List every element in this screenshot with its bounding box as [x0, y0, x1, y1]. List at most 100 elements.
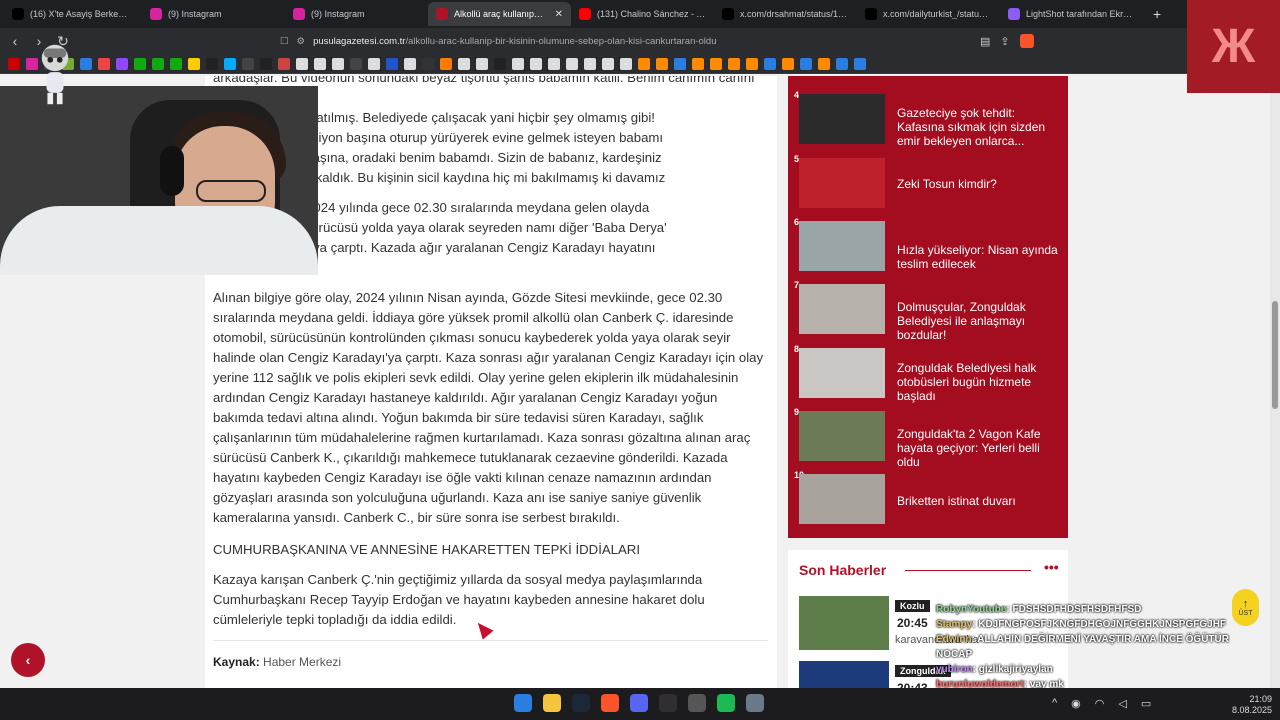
news-title[interactable]: Zeki Tosun kimdir? [897, 177, 1062, 191]
bookmark-favicon-icon[interactable] [512, 57, 524, 70]
back-button[interactable]: ‹ [11, 643, 45, 677]
bookmark-favicon-icon[interactable] [80, 57, 92, 70]
bookmark-favicon-icon[interactable] [530, 57, 542, 70]
news-title[interactable]: Zonguldak'ta 2 Vagon Kafe hayata geçiyor… [897, 427, 1062, 469]
bookmark-favicon-icon[interactable] [710, 57, 722, 70]
bookmark-favicon-icon[interactable] [422, 57, 434, 70]
bookmark-favicon-icon[interactable] [188, 57, 200, 70]
bookmark-favicon-icon[interactable] [818, 57, 830, 70]
obs-icon[interactable] [659, 694, 677, 712]
bookmark-favicon-icon[interactable] [620, 57, 632, 70]
bookmark-favicon-icon[interactable] [386, 57, 398, 70]
bookmark-favicon-icon[interactable] [350, 57, 362, 70]
new-tab-icon[interactable]: + [1143, 6, 1171, 22]
popular-news-item[interactable]: 8 Zonguldak Belediyesi halk otobüsleri bu… [788, 342, 1068, 403]
bookmark-favicon-icon[interactable] [152, 57, 164, 70]
site-info-icon[interactable]: ⚙ [297, 36, 306, 47]
popular-news-item[interactable]: 9 Zonguldak'ta 2 Vagon Kafe hayata geçiyo… [788, 405, 1068, 469]
discord-icon[interactable] [630, 694, 648, 712]
bookmark-favicon-icon[interactable] [800, 57, 812, 70]
bookmark-favicon-icon[interactable] [296, 57, 308, 70]
popular-news-item[interactable]: 7 Dolmuşçular, Zonguldak Belediyesi ile a… [788, 278, 1068, 342]
bookmark-favicon-icon[interactable] [170, 57, 182, 70]
bookmark-favicon-icon[interactable] [728, 57, 740, 70]
settings-icon[interactable] [746, 694, 764, 712]
bookmark-favicon-icon[interactable] [656, 57, 668, 70]
brave-icon[interactable] [601, 694, 619, 712]
news-thumbnail[interactable] [799, 411, 885, 461]
spotify-icon[interactable] [717, 694, 735, 712]
bookmark-favicon-icon[interactable] [116, 57, 128, 70]
browser-tab[interactable]: LightShot tarafından Ekran Gö [1000, 2, 1143, 26]
bookmark-favicon-icon[interactable] [224, 57, 236, 70]
news-title[interactable]: Zonguldak Belediyesi halk otobüsleri bug… [897, 361, 1062, 403]
page-scrollbar[interactable] [1270, 76, 1280, 688]
more-options-icon[interactable]: ••• [1044, 559, 1059, 575]
news-thumbnail[interactable] [799, 474, 885, 524]
browser-tab[interactable]: x.com/dailyturkist_/status/195 [857, 2, 1000, 26]
news-thumbnail[interactable] [799, 94, 885, 144]
bookmark-favicon-icon[interactable] [638, 57, 650, 70]
bookmark-favicon-icon[interactable] [368, 57, 380, 70]
bookmark-favicon-icon[interactable] [242, 57, 254, 70]
shield-icon[interactable]: ◉ [1071, 697, 1081, 710]
popular-news-item[interactable]: 10Briketten istinat duvarı [788, 468, 1068, 524]
back-arrow-icon[interactable]: ‹ [8, 33, 22, 49]
bookmark-favicon-icon[interactable] [98, 57, 110, 70]
bookmark-favicon-icon[interactable] [332, 57, 344, 70]
browser-tab[interactable]: (16) X'te Asayiş Berkemal: "İsta [4, 2, 142, 26]
bookmark-favicon-icon[interactable] [458, 57, 470, 70]
bookmark-favicon-icon[interactable] [278, 57, 290, 70]
news-title[interactable]: Briketten istinat duvarı [897, 494, 1062, 508]
bookmark-favicon-icon[interactable] [404, 57, 416, 70]
news-thumbnail[interactable] [799, 221, 885, 271]
bookmark-favicon-icon[interactable] [836, 57, 848, 70]
windows-start-icon[interactable] [514, 694, 532, 712]
news-thumbnail[interactable] [799, 284, 885, 334]
browser-tab[interactable]: (131) Chalino Sánchez - Alma [571, 2, 714, 26]
news-title[interactable]: Gazeteciye şok tehdit: Kafasına sıkmak i… [897, 106, 1062, 148]
bookmark-favicon-icon[interactable] [746, 57, 758, 70]
category-badge[interactable]: Kozlu [895, 600, 930, 612]
clock[interactable]: 21:09 8.08.2025 [1222, 694, 1272, 716]
bookmark-favicon-icon[interactable] [602, 57, 614, 70]
close-icon[interactable]: ✕ [555, 9, 563, 20]
share-icon[interactable]: ⇪ [1000, 35, 1009, 48]
bookmark-favicon-icon[interactable] [206, 57, 218, 70]
brave-shields-icon[interactable] [1019, 34, 1034, 48]
news-title[interactable]: Hızla yükseliyor: Nisan ayında teslim ed… [897, 243, 1062, 271]
bookmark-favicon-icon[interactable] [260, 57, 272, 70]
reader-mode-icon[interactable]: ▤ [980, 35, 990, 48]
news-title[interactable]: Dolmuşçular, Zonguldak Belediyesi ile an… [897, 300, 1062, 342]
news-thumbnail[interactable] [799, 661, 889, 688]
browser-tab[interactable]: (9) Instagram [142, 2, 285, 26]
bookmark-favicon-icon[interactable] [134, 57, 146, 70]
file-explorer-icon[interactable] [543, 694, 561, 712]
bookmark-favicon-icon[interactable] [494, 57, 506, 70]
scrollbar-thumb[interactable] [1272, 301, 1278, 409]
steam-icon[interactable] [572, 694, 590, 712]
bookmark-favicon-icon[interactable] [8, 57, 20, 70]
news-thumbnail[interactable] [799, 348, 885, 398]
bookmark-favicon-icon[interactable] [476, 57, 488, 70]
chevron-up-icon[interactable]: ^ [1052, 697, 1057, 710]
bookmark-favicon-icon[interactable] [26, 57, 38, 70]
browser-tab[interactable]: x.com/drsahmat/status/19538 [714, 2, 857, 26]
bookmark-favicon-icon[interactable] [440, 57, 452, 70]
bookmark-favicon-icon[interactable] [314, 57, 326, 70]
bookmark-favicon-icon[interactable] [566, 57, 578, 70]
popular-news-item[interactable]: 5 Zeki Tosun kimdir? [788, 152, 1068, 208]
popular-news-item[interactable]: 6 Hızla yükseliyor: Nisan ayında teslim e… [788, 215, 1068, 271]
popular-news-item[interactable]: 4 Gazeteciye şok tehdit: Kafasına sıkmak … [788, 88, 1068, 148]
bookmark-icon[interactable]: ☐ [280, 36, 289, 47]
news-thumbnail[interactable] [799, 158, 885, 208]
browser-tab[interactable]: Alkollü araç kullanıp bir kişin ✕ [428, 2, 571, 26]
speaker-icon[interactable]: ◁ [1118, 697, 1126, 710]
battery-icon[interactable]: ▭ [1141, 697, 1151, 710]
app-icon[interactable] [688, 694, 706, 712]
wifi-icon[interactable]: ◠ [1095, 697, 1105, 710]
bookmark-favicon-icon[interactable] [548, 57, 560, 70]
url-field[interactable]: ☐ ⚙ pusulagazetesi.com.tr/alkollu-arac-k… [280, 31, 970, 51]
bookmark-favicon-icon[interactable] [674, 57, 686, 70]
browser-tab[interactable]: (9) Instagram [285, 2, 428, 26]
